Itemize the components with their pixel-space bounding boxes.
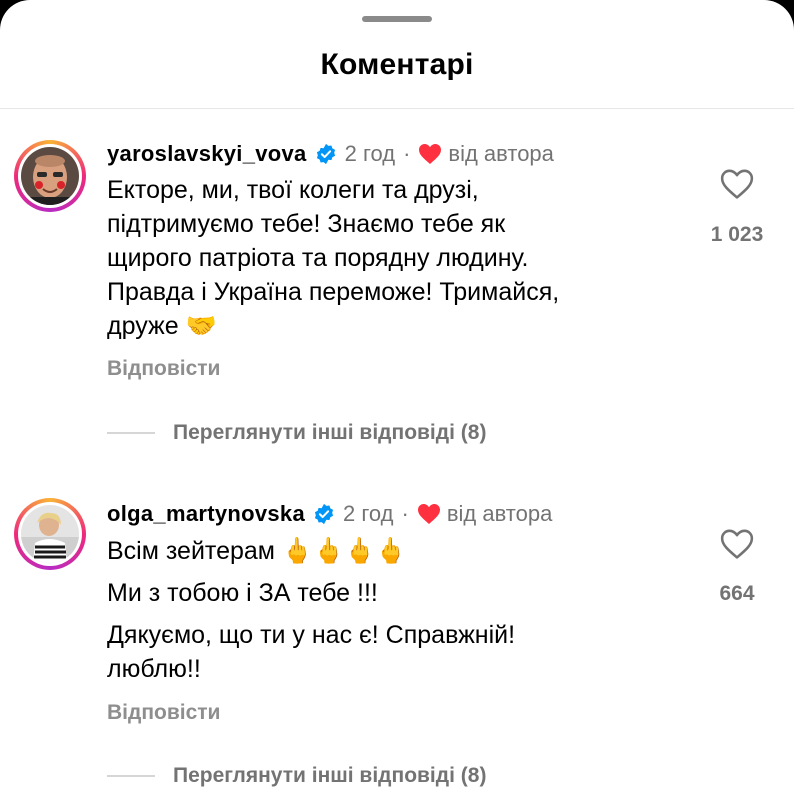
username-link[interactable]: yaroslavskyi_vova [107,141,307,167]
like-count: 664 [719,582,755,605]
liked-by-author-label: від автора [448,141,554,166]
drag-handle[interactable] [362,16,432,22]
comment-text: Всім зейтерам 🖕🖕🖕🖕 Ми з тобою і ЗА тебе … [107,534,647,686]
comment-line: Всім зейтерам 🖕🖕🖕🖕 [107,537,407,565]
comment-time: 2 год [343,501,394,526]
avatar[interactable] [14,140,86,212]
view-replies-button[interactable]: Переглянути інші відповіді (8) [173,764,486,788]
comment-line: друже 🤝 [107,312,217,340]
replies-divider-line [107,775,155,777]
sheet-title: Коментарі [320,48,474,81]
red-heart-icon [417,503,441,525]
comment-line: щирого патріота та порядну людину. [107,244,529,272]
like-count: 1 023 [710,223,764,246]
separator-dot: · [403,141,411,166]
comment-line: Правда і Україна переможе! Тримайся, [107,278,560,306]
comment-line: Ми з тобою і ЗА тебе !!! [107,579,378,607]
separator-dot: · [401,501,409,526]
comment-line: Екторе, ми, твої колеги та друзі, [107,176,479,204]
verified-badge-icon [313,503,335,525]
liked-by-author-label: від автора [446,501,553,526]
comments-sheet: Коментарі yaroslavskyi_vova 2 год · від … [0,0,794,806]
comment-line: Дякуємо, що ти у нас є! Справжній! [107,621,516,649]
comment-meta: yaroslavskyi_vova 2 год · від автора [107,139,554,169]
comment-line: люблю!! [107,655,201,683]
reply-button[interactable]: Відповісти [107,357,220,381]
comment-line: підтримуємо тебе! Знаємо тебе як [107,210,506,238]
comment-time: 2 год [344,141,396,166]
verified-badge-icon [315,143,337,165]
avatar-image [21,147,79,205]
avatar[interactable] [14,498,86,570]
username-link[interactable]: olga_martynovska [107,501,305,527]
avatar-image [21,505,79,563]
reply-button[interactable]: Відповісти [107,701,220,725]
comment-meta: olga_martynovska 2 год · від автора [107,499,552,529]
red-heart-icon [418,143,442,165]
view-replies-button[interactable]: Переглянути інші відповіді (8) [173,421,486,445]
comment-text: Екторе, ми, твої колеги та друзі, підтри… [107,173,647,343]
replies-divider-line [107,432,155,434]
heart-outline-icon[interactable] [720,528,754,560]
heart-outline-icon[interactable] [720,168,754,200]
header-divider [0,108,794,109]
